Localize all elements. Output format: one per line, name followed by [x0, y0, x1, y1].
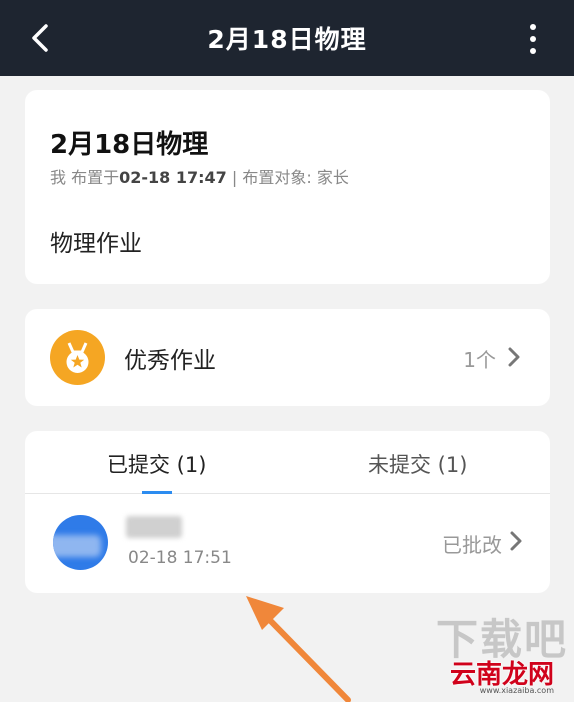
submission-time: 02-18 17:51 [128, 548, 232, 568]
homework-meta: 我 布置于02-18 17:47 | 布置对象: 家长 [50, 164, 349, 188]
assigner: 我 [50, 168, 67, 187]
more-options-icon[interactable] [528, 24, 538, 54]
chevron-right-icon [510, 531, 522, 551]
homework-content: 物理作业 [50, 231, 142, 257]
app-header: 2月18日物理 [0, 0, 574, 76]
student-name-blurred [126, 516, 182, 538]
submission-row[interactable]: 02-18 17:51 已批改 [25, 495, 550, 593]
excellent-label: 优秀作业 [124, 348, 216, 374]
avatar [53, 515, 108, 570]
meta-separator: | [231, 168, 238, 187]
submission-tabs: 已提交 (1) 未提交 (1) [25, 431, 550, 494]
target-value: 家长 [316, 168, 349, 187]
watermark-brand: 云南龙网 [449, 660, 554, 690]
excellent-homework-row[interactable]: 优秀作业 1个 [25, 309, 550, 406]
assigned-prefix: 布置于 [71, 168, 120, 187]
watermark-url: www.xiazaiba.com [479, 686, 554, 695]
watermark-top: 下载吧 [435, 615, 568, 664]
active-tab-indicator [142, 491, 172, 494]
excellent-count: 1个 [463, 348, 496, 372]
assigned-time: 02-18 17:47 [119, 168, 227, 187]
submissions-card: 已提交 (1) 未提交 (1) 02-18 17:51 已批改 [25, 431, 550, 593]
homework-title: 2月18日物理 [50, 130, 209, 160]
watermark: 下载吧 云南龙网 www.xiazaiba.com [428, 606, 568, 696]
submission-status: 已批改 [442, 533, 502, 557]
tab-submitted[interactable]: 已提交 (1) [107, 449, 206, 479]
medal-icon [50, 330, 105, 385]
tab-unsubmitted[interactable]: 未提交 (1) [368, 449, 467, 479]
homework-info-card: 2月18日物理 我 布置于02-18 17:47 | 布置对象: 家长 物理作业 [25, 90, 550, 284]
page-title: 2月18日物理 [207, 25, 367, 54]
chevron-right-icon [508, 347, 520, 367]
target-label: 布置对象: [242, 168, 312, 187]
back-arrow-icon[interactable] [26, 22, 58, 54]
